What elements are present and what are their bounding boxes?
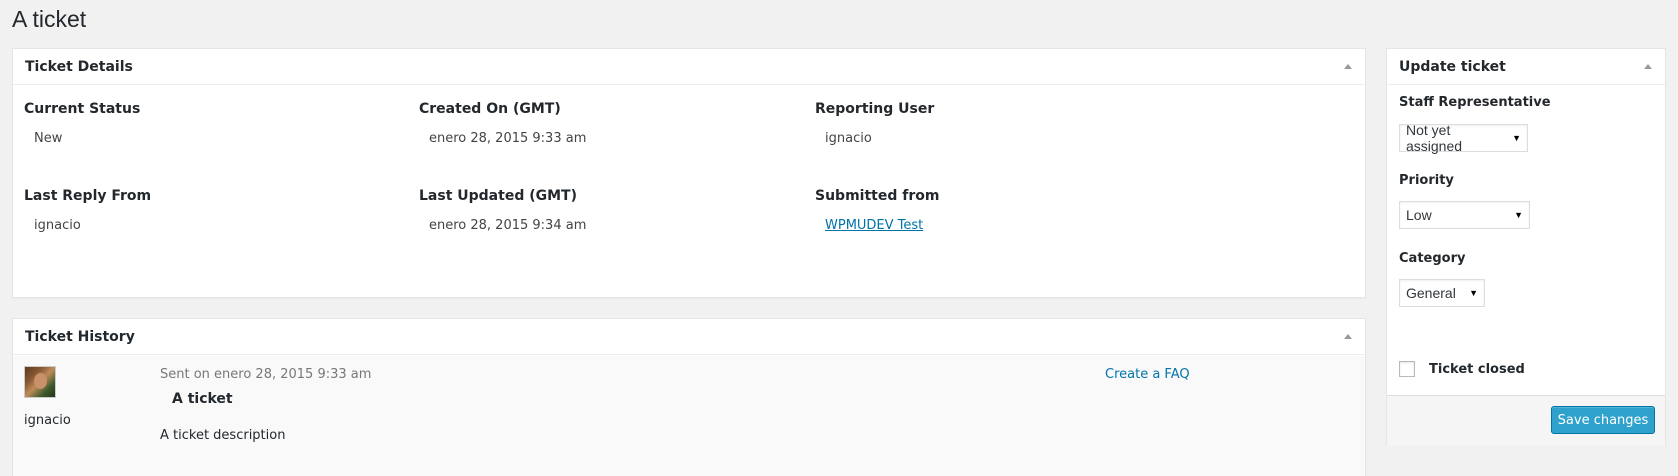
reporting-user: Reporting User ignacio: [815, 101, 934, 146]
ticket-closed-label: Ticket closed: [1429, 362, 1525, 377]
update-ticket-header[interactable]: Update ticket: [1387, 49, 1665, 85]
update-ticket-footer: Save changes: [1387, 395, 1665, 446]
dropdown-arrow-icon: ▼: [1512, 133, 1521, 143]
last-reply: Last Reply From ignacio: [24, 188, 151, 233]
collapse-arrow-icon[interactable]: [1643, 62, 1653, 72]
category-select[interactable]: General ▼: [1399, 279, 1485, 307]
reporting-user-label: Reporting User: [815, 101, 935, 117]
category-value: General: [1406, 285, 1456, 301]
submitted-from-label: Submitted from: [815, 188, 940, 204]
priority-select[interactable]: Low ▼: [1399, 201, 1530, 229]
reporting-user-value: ignacio: [825, 131, 872, 146]
created-on-label: Created On (GMT): [419, 101, 561, 117]
staff-representative-value: Not yet assigned: [1406, 122, 1463, 154]
page-title: A ticket: [12, 6, 87, 32]
current-status-label: Current Status: [24, 101, 141, 117]
created-on: Created On (GMT) enero 28, 2015 9:33 am: [419, 101, 586, 146]
submitted-from: Submitted from WPMUDEV Test: [815, 188, 939, 233]
ticket-history-title: Ticket History: [25, 328, 135, 345]
dropdown-arrow-icon: ▼: [1469, 288, 1478, 298]
created-on-value: enero 28, 2015 9:33 am: [429, 131, 587, 146]
submitted-from-value-wrap: WPMUDEV Test: [815, 218, 939, 233]
last-updated: Last Updated (GMT) enero 28, 2015 9:34 a…: [419, 188, 586, 233]
history-entry: ignacio Sent on enero 28, 2015 9:33 am A…: [13, 356, 1365, 476]
ticket-history-header[interactable]: Ticket History: [13, 319, 1365, 355]
staff-representative-select[interactable]: Not yet assigned ▼: [1399, 122, 1528, 154]
ticket-details-title: Ticket Details: [25, 58, 133, 75]
staff-representative-label: Staff Representative: [1399, 95, 1551, 110]
priority-label: Priority: [1399, 173, 1454, 188]
category-label: Category: [1399, 251, 1466, 266]
collapse-arrow-icon[interactable]: [1343, 332, 1353, 342]
last-updated-label: Last Updated (GMT): [419, 188, 577, 204]
history-message: A ticket description: [160, 428, 286, 443]
avatar: [24, 366, 56, 398]
current-status-value: New: [34, 131, 63, 146]
submitted-from-link[interactable]: WPMUDEV Test: [825, 218, 923, 233]
history-subject: A ticket: [172, 391, 233, 407]
current-status: Current Status New: [24, 101, 140, 146]
last-reply-value: ignacio: [34, 218, 81, 233]
update-ticket-title: Update ticket: [1399, 58, 1506, 75]
last-reply-label: Last Reply From: [24, 188, 152, 204]
priority-value: Low: [1406, 207, 1432, 223]
create-faq-link[interactable]: Create a FAQ: [1105, 367, 1190, 382]
update-ticket-box: Update ticket Staff Representative Not y…: [1386, 48, 1666, 446]
ticket-details-header[interactable]: Ticket Details: [13, 49, 1365, 85]
history-author: ignacio: [24, 413, 71, 428]
save-changes-button[interactable]: Save changes: [1551, 406, 1655, 434]
last-updated-value: enero 28, 2015 9:34 am: [429, 218, 587, 233]
ticket-details-box: Ticket Details Current Status New Create…: [12, 48, 1366, 298]
collapse-arrow-icon[interactable]: [1343, 62, 1353, 72]
ticket-history-box: Ticket History ignacio Sent on enero 28,…: [12, 318, 1366, 476]
dropdown-arrow-icon: ▼: [1514, 210, 1523, 220]
ticket-closed-checkbox[interactable]: [1399, 361, 1415, 377]
history-sent-date: Sent on enero 28, 2015 9:33 am: [160, 367, 372, 382]
